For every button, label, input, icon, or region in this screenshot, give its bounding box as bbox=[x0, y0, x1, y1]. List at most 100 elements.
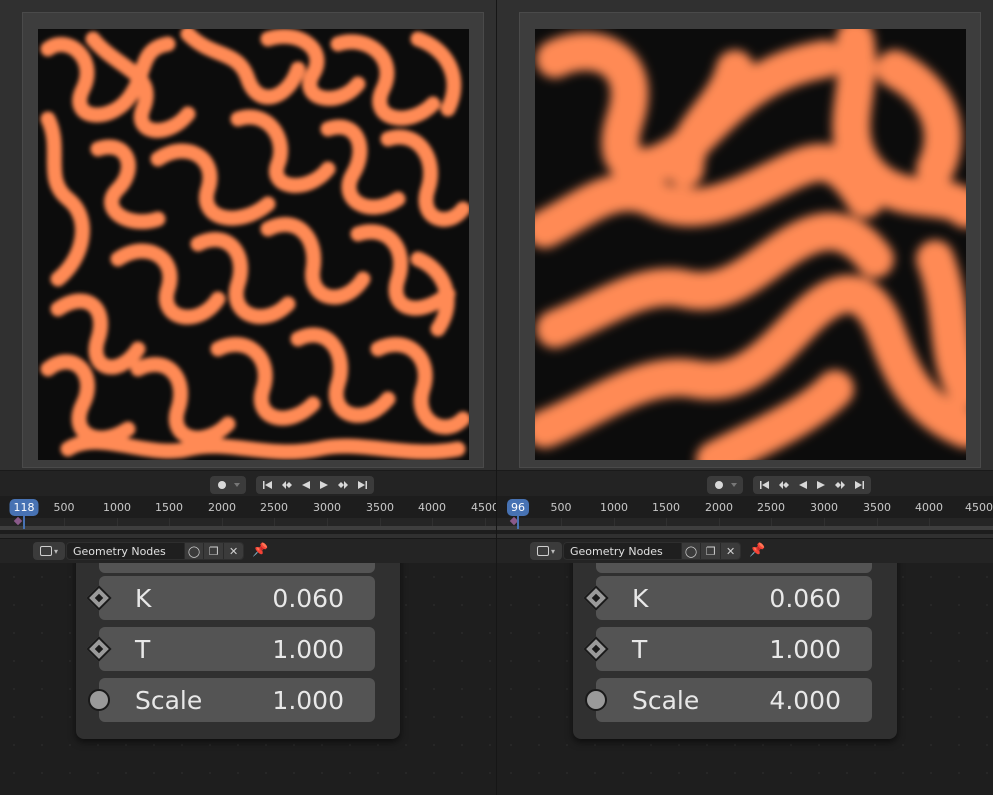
chevron-down-icon: ▾ bbox=[53, 546, 58, 556]
transport-controls bbox=[753, 476, 871, 494]
param-label: K bbox=[632, 583, 649, 613]
param-value: 0.060 bbox=[769, 583, 841, 613]
param-scale-field[interactable]: Scale 4.000 bbox=[585, 678, 872, 722]
tick-label: 4500 bbox=[965, 501, 993, 514]
record-dot-icon bbox=[715, 481, 723, 489]
param-label: Scale bbox=[632, 685, 700, 715]
auto-keying-button[interactable] bbox=[210, 476, 246, 494]
editor-type-button[interactable]: ▾ bbox=[530, 542, 562, 560]
play-icon[interactable] bbox=[812, 477, 830, 493]
node-group-name[interactable]: Geometry Nodes bbox=[67, 545, 184, 558]
tick-label: 1500 bbox=[155, 501, 183, 514]
input-socket-diamond[interactable] bbox=[86, 585, 112, 611]
current-frame-badge[interactable]: 96 bbox=[507, 499, 529, 516]
param-value: 0.060 bbox=[272, 583, 344, 613]
image-frame bbox=[22, 12, 484, 468]
param-label: Scale bbox=[135, 685, 203, 715]
playback-bar bbox=[0, 470, 496, 496]
node-editor-header: ▾ Geometry Nodes ◯ ❐ ✕ 📌 bbox=[497, 538, 993, 563]
input-socket-diamond[interactable] bbox=[583, 585, 609, 611]
node-group-selector[interactable]: Geometry Nodes ◯ ❐ ✕ bbox=[66, 542, 244, 560]
timeline-ruler[interactable]: 500 1000 1500 2000 2500 3000 3500 4000 4… bbox=[497, 496, 993, 534]
tick-label: 3000 bbox=[313, 501, 341, 514]
node-editor-icon bbox=[39, 546, 52, 556]
tick-label: 3500 bbox=[366, 501, 394, 514]
param-label: T bbox=[135, 634, 151, 664]
ruler-scrub-strip bbox=[497, 526, 993, 530]
editor-type-button[interactable]: ▾ bbox=[33, 542, 65, 560]
record-dot-icon bbox=[218, 481, 226, 489]
group-node[interactable]: K 0.060 T 1.000 Scale 4.000 bbox=[573, 563, 897, 739]
tick-label: 500 bbox=[550, 501, 572, 514]
tick-label: 4000 bbox=[418, 501, 446, 514]
tick-label: 500 bbox=[53, 501, 75, 514]
ruler-track bbox=[0, 518, 496, 526]
play-icon[interactable] bbox=[315, 477, 333, 493]
param-value: 1.000 bbox=[272, 634, 344, 664]
current-frame-badge[interactable]: 118 bbox=[9, 499, 39, 516]
tick-label: 2500 bbox=[260, 501, 288, 514]
tick-label: 4500 bbox=[471, 501, 499, 514]
ruler-track bbox=[497, 518, 993, 526]
input-socket-diamond[interactable] bbox=[583, 636, 609, 662]
timeline-ruler[interactable]: 500 1000 1500 2000 2500 3000 3500 4000 4… bbox=[0, 496, 499, 534]
tick-label: 2000 bbox=[208, 501, 236, 514]
fake-user-shield-icon[interactable]: ◯ bbox=[680, 543, 701, 559]
node-group-name[interactable]: Geometry Nodes bbox=[564, 545, 681, 558]
reaction-diffusion-image bbox=[535, 29, 966, 460]
next-keyframe-icon[interactable] bbox=[334, 477, 352, 493]
prev-keyframe-icon[interactable] bbox=[278, 477, 296, 493]
play-reverse-icon[interactable] bbox=[297, 477, 315, 493]
right-editor-panel: 500 1000 1500 2000 2500 3000 3500 4000 4… bbox=[497, 0, 993, 795]
reaction-diffusion-image bbox=[38, 29, 469, 460]
param-value: 1.000 bbox=[769, 634, 841, 664]
jump-to-start-icon[interactable] bbox=[259, 477, 277, 493]
image-frame bbox=[519, 12, 981, 468]
param-scale-field[interactable]: Scale 1.000 bbox=[88, 678, 375, 722]
group-node[interactable]: K 0.060 T 1.000 Scale 1.000 bbox=[76, 563, 400, 739]
tick-label: 2500 bbox=[757, 501, 785, 514]
image-viewport[interactable] bbox=[497, 0, 993, 470]
chevron-down-icon bbox=[731, 483, 737, 487]
node-editor-icon bbox=[536, 546, 549, 556]
fake-user-shield-icon[interactable]: ◯ bbox=[183, 543, 204, 559]
playhead[interactable] bbox=[517, 516, 519, 529]
next-keyframe-icon[interactable] bbox=[831, 477, 849, 493]
jump-to-end-icon[interactable] bbox=[850, 477, 868, 493]
param-value: 4.000 bbox=[769, 685, 841, 715]
input-socket-diamond[interactable] bbox=[86, 636, 112, 662]
prev-keyframe-icon[interactable] bbox=[775, 477, 793, 493]
node-field-partial bbox=[99, 563, 375, 573]
chevron-down-icon: ▾ bbox=[550, 546, 555, 556]
tick-label: 2000 bbox=[705, 501, 733, 514]
input-socket-circle[interactable] bbox=[88, 689, 110, 711]
left-editor-panel: 500 1000 1500 2000 2500 3000 3500 4000 4… bbox=[0, 0, 499, 795]
input-socket-circle[interactable] bbox=[585, 689, 607, 711]
auto-keying-button[interactable] bbox=[707, 476, 743, 494]
jump-to-end-icon[interactable] bbox=[353, 477, 371, 493]
close-icon[interactable]: ✕ bbox=[720, 543, 741, 559]
node-editor-canvas[interactable]: K 0.060 T 1.000 Scale 4.000 bbox=[497, 563, 993, 795]
param-label: K bbox=[135, 583, 152, 613]
param-k-field[interactable]: K 0.060 bbox=[583, 576, 872, 620]
image-viewport[interactable] bbox=[0, 0, 496, 470]
pin-icon[interactable]: 📌 bbox=[749, 543, 765, 558]
duplicate-icon[interactable]: ❐ bbox=[700, 543, 721, 559]
duplicate-icon[interactable]: ❐ bbox=[203, 543, 224, 559]
param-t-field[interactable]: T 1.000 bbox=[583, 627, 872, 671]
node-editor-header: ▾ Geometry Nodes ◯ ❐ ✕ 📌 bbox=[0, 538, 496, 563]
param-k-field[interactable]: K 0.060 bbox=[86, 576, 375, 620]
node-group-selector[interactable]: Geometry Nodes ◯ ❐ ✕ bbox=[563, 542, 741, 560]
tick-label: 4000 bbox=[915, 501, 943, 514]
play-reverse-icon[interactable] bbox=[794, 477, 812, 493]
playhead[interactable] bbox=[23, 516, 25, 529]
param-label: T bbox=[632, 634, 648, 664]
jump-to-start-icon[interactable] bbox=[756, 477, 774, 493]
close-icon[interactable]: ✕ bbox=[223, 543, 244, 559]
playback-bar bbox=[497, 470, 993, 496]
param-value: 1.000 bbox=[272, 685, 344, 715]
pin-icon[interactable]: 📌 bbox=[252, 543, 268, 558]
node-editor-canvas[interactable]: K 0.060 T 1.000 Scale 1.000 bbox=[0, 563, 496, 795]
param-t-field[interactable]: T 1.000 bbox=[86, 627, 375, 671]
pattern-render bbox=[535, 29, 966, 460]
